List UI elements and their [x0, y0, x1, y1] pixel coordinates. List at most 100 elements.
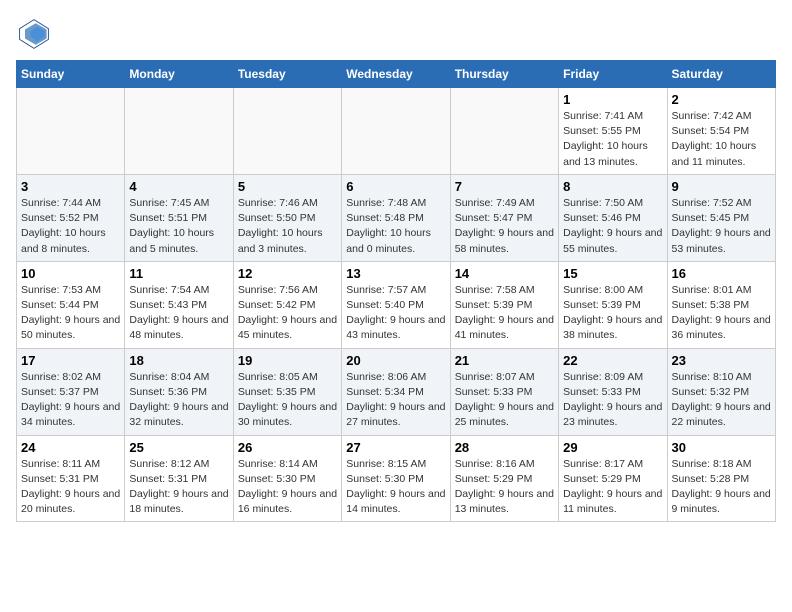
- day-info: Sunrise: 8:14 AM Sunset: 5:30 PM Dayligh…: [238, 457, 337, 518]
- calendar-cell: [125, 88, 233, 175]
- day-info: Sunrise: 8:02 AM Sunset: 5:37 PM Dayligh…: [21, 370, 120, 431]
- calendar-cell: 16 Sunrise: 8:01 AM Sunset: 5:38 PM Dayli…: [667, 261, 775, 348]
- day-info: Sunrise: 7:57 AM Sunset: 5:40 PM Dayligh…: [346, 283, 445, 344]
- calendar-cell: 29 Sunrise: 8:17 AM Sunset: 5:29 PM Dayli…: [559, 435, 667, 522]
- day-info: Sunrise: 8:15 AM Sunset: 5:30 PM Dayligh…: [346, 457, 445, 518]
- day-number: 2: [672, 92, 771, 107]
- logo: [16, 16, 56, 52]
- calendar-cell: 1 Sunrise: 7:41 AM Sunset: 5:55 PM Daylig…: [559, 88, 667, 175]
- calendar-cell: 2Sunrise: 7:42 AM Sunset: 5:54 PM Daylig…: [667, 88, 775, 175]
- calendar-cell: 14 Sunrise: 7:58 AM Sunset: 5:39 PM Dayli…: [450, 261, 558, 348]
- calendar-cell: 8 Sunrise: 7:50 AM Sunset: 5:46 PM Daylig…: [559, 174, 667, 261]
- weekday-header-thursday: Thursday: [450, 61, 558, 88]
- day-number: 27: [346, 440, 445, 455]
- calendar-table: SundayMondayTuesdayWednesdayThursdayFrid…: [16, 60, 776, 522]
- weekday-header-wednesday: Wednesday: [342, 61, 450, 88]
- day-number: 4: [129, 179, 228, 194]
- calendar-cell: 21 Sunrise: 8:07 AM Sunset: 5:33 PM Dayli…: [450, 348, 558, 435]
- day-info: Sunrise: 7:41 AM Sunset: 5:55 PM Dayligh…: [563, 109, 662, 170]
- day-number: 23: [672, 353, 771, 368]
- day-number: 20: [346, 353, 445, 368]
- day-info: Sunrise: 7:58 AM Sunset: 5:39 PM Dayligh…: [455, 283, 554, 344]
- day-number: 3: [21, 179, 120, 194]
- day-info: Sunrise: 8:06 AM Sunset: 5:34 PM Dayligh…: [346, 370, 445, 431]
- calendar-cell: 17 Sunrise: 8:02 AM Sunset: 5:37 PM Dayli…: [17, 348, 125, 435]
- calendar-cell: 9 Sunrise: 7:52 AM Sunset: 5:45 PM Daylig…: [667, 174, 775, 261]
- day-number: 21: [455, 353, 554, 368]
- weekday-header-sunday: Sunday: [17, 61, 125, 88]
- calendar-cell: 10 Sunrise: 7:53 AM Sunset: 5:44 PM Dayli…: [17, 261, 125, 348]
- weekday-header-friday: Friday: [559, 61, 667, 88]
- calendar-cell: 27 Sunrise: 8:15 AM Sunset: 5:30 PM Dayli…: [342, 435, 450, 522]
- calendar-cell: [233, 88, 341, 175]
- logo-icon: [16, 16, 52, 52]
- day-info: Sunrise: 8:09 AM Sunset: 5:33 PM Dayligh…: [563, 370, 662, 431]
- day-info: Sunrise: 7:53 AM Sunset: 5:44 PM Dayligh…: [21, 283, 120, 344]
- calendar-cell: 5Sunrise: 7:46 AM Sunset: 5:50 PM Daylig…: [233, 174, 341, 261]
- day-info: Sunrise: 8:05 AM Sunset: 5:35 PM Dayligh…: [238, 370, 337, 431]
- weekday-header-tuesday: Tuesday: [233, 61, 341, 88]
- day-number: 17: [21, 353, 120, 368]
- calendar-cell: 20 Sunrise: 8:06 AM Sunset: 5:34 PM Dayli…: [342, 348, 450, 435]
- calendar-cell: [342, 88, 450, 175]
- calendar-cell: 3 Sunrise: 7:44 AM Sunset: 5:52 PM Daylig…: [17, 174, 125, 261]
- calendar-cell: 22Sunrise: 8:09 AM Sunset: 5:33 PM Dayli…: [559, 348, 667, 435]
- calendar-cell: 19 Sunrise: 8:05 AM Sunset: 5:35 PM Dayli…: [233, 348, 341, 435]
- day-info: Sunrise: 8:11 AM Sunset: 5:31 PM Dayligh…: [21, 457, 120, 518]
- calendar-cell: 25 Sunrise: 8:12 AM Sunset: 5:31 PM Dayli…: [125, 435, 233, 522]
- day-info: Sunrise: 7:45 AM Sunset: 5:51 PM Dayligh…: [129, 196, 228, 257]
- day-number: 11: [129, 266, 228, 281]
- calendar-cell: 13 Sunrise: 7:57 AM Sunset: 5:40 PM Dayli…: [342, 261, 450, 348]
- day-number: 1: [563, 92, 662, 107]
- day-number: 19: [238, 353, 337, 368]
- day-info: Sunrise: 7:52 AM Sunset: 5:45 PM Dayligh…: [672, 196, 771, 257]
- calendar-week-1: 1 Sunrise: 7:41 AM Sunset: 5:55 PM Daylig…: [17, 88, 776, 175]
- calendar-cell: 4 Sunrise: 7:45 AM Sunset: 5:51 PM Daylig…: [125, 174, 233, 261]
- day-number: 26: [238, 440, 337, 455]
- calendar-cell: 7Sunrise: 7:49 AM Sunset: 5:47 PM Daylig…: [450, 174, 558, 261]
- calendar-cell: 26 Sunrise: 8:14 AM Sunset: 5:30 PM Dayli…: [233, 435, 341, 522]
- day-number: 18: [129, 353, 228, 368]
- day-number: 14: [455, 266, 554, 281]
- day-number: 8: [563, 179, 662, 194]
- day-number: 29: [563, 440, 662, 455]
- calendar-cell: 18Sunrise: 8:04 AM Sunset: 5:36 PM Dayli…: [125, 348, 233, 435]
- calendar-cell: 15 Sunrise: 8:00 AM Sunset: 5:39 PM Dayli…: [559, 261, 667, 348]
- day-number: 16: [672, 266, 771, 281]
- day-number: 10: [21, 266, 120, 281]
- day-info: Sunrise: 7:46 AM Sunset: 5:50 PM Dayligh…: [238, 196, 337, 257]
- day-number: 7: [455, 179, 554, 194]
- day-info: Sunrise: 8:17 AM Sunset: 5:29 PM Dayligh…: [563, 457, 662, 518]
- calendar-header-row: SundayMondayTuesdayWednesdayThursdayFrid…: [17, 61, 776, 88]
- day-info: Sunrise: 8:00 AM Sunset: 5:39 PM Dayligh…: [563, 283, 662, 344]
- calendar-cell: [450, 88, 558, 175]
- weekday-header-saturday: Saturday: [667, 61, 775, 88]
- calendar-cell: 28Sunrise: 8:16 AM Sunset: 5:29 PM Dayli…: [450, 435, 558, 522]
- day-number: 15: [563, 266, 662, 281]
- calendar-cell: 30Sunrise: 8:18 AM Sunset: 5:28 PM Dayli…: [667, 435, 775, 522]
- day-number: 30: [672, 440, 771, 455]
- day-number: 6: [346, 179, 445, 194]
- calendar-week-3: 10 Sunrise: 7:53 AM Sunset: 5:44 PM Dayli…: [17, 261, 776, 348]
- day-info: Sunrise: 7:56 AM Sunset: 5:42 PM Dayligh…: [238, 283, 337, 344]
- calendar-cell: 6 Sunrise: 7:48 AM Sunset: 5:48 PM Daylig…: [342, 174, 450, 261]
- calendar-week-5: 24Sunrise: 8:11 AM Sunset: 5:31 PM Dayli…: [17, 435, 776, 522]
- day-info: Sunrise: 8:12 AM Sunset: 5:31 PM Dayligh…: [129, 457, 228, 518]
- day-number: 9: [672, 179, 771, 194]
- day-info: Sunrise: 8:10 AM Sunset: 5:32 PM Dayligh…: [672, 370, 771, 431]
- day-number: 13: [346, 266, 445, 281]
- day-info: Sunrise: 7:44 AM Sunset: 5:52 PM Dayligh…: [21, 196, 120, 257]
- weekday-header-monday: Monday: [125, 61, 233, 88]
- day-info: Sunrise: 8:07 AM Sunset: 5:33 PM Dayligh…: [455, 370, 554, 431]
- day-info: Sunrise: 7:48 AM Sunset: 5:48 PM Dayligh…: [346, 196, 445, 257]
- calendar-cell: 12 Sunrise: 7:56 AM Sunset: 5:42 PM Dayli…: [233, 261, 341, 348]
- day-number: 25: [129, 440, 228, 455]
- day-info: Sunrise: 8:01 AM Sunset: 5:38 PM Dayligh…: [672, 283, 771, 344]
- day-info: Sunrise: 7:54 AM Sunset: 5:43 PM Dayligh…: [129, 283, 228, 344]
- day-number: 12: [238, 266, 337, 281]
- calendar-week-2: 3 Sunrise: 7:44 AM Sunset: 5:52 PM Daylig…: [17, 174, 776, 261]
- day-info: Sunrise: 8:16 AM Sunset: 5:29 PM Dayligh…: [455, 457, 554, 518]
- calendar-week-4: 17 Sunrise: 8:02 AM Sunset: 5:37 PM Dayli…: [17, 348, 776, 435]
- day-info: Sunrise: 7:50 AM Sunset: 5:46 PM Dayligh…: [563, 196, 662, 257]
- calendar-cell: 24Sunrise: 8:11 AM Sunset: 5:31 PM Dayli…: [17, 435, 125, 522]
